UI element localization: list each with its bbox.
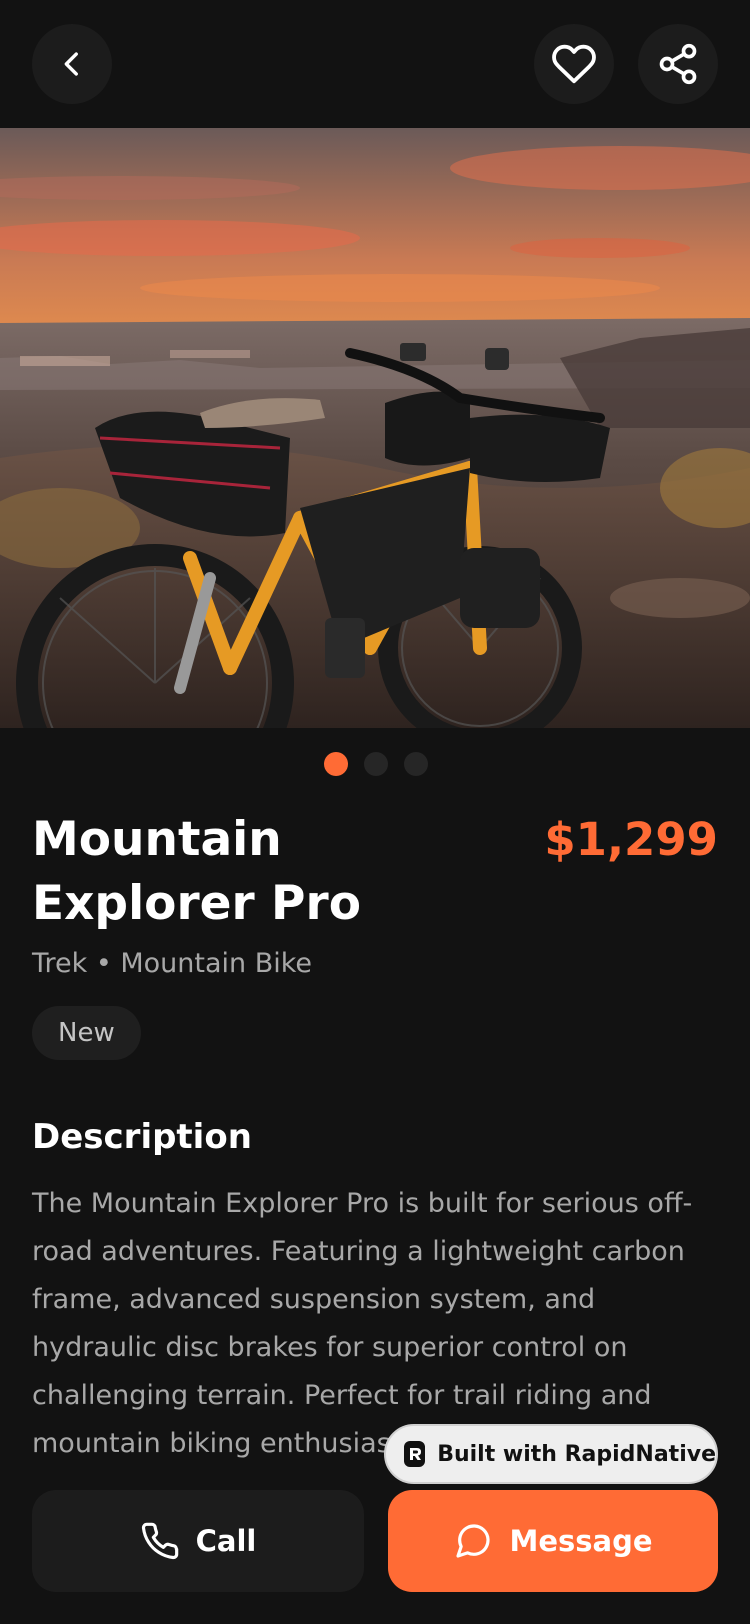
carousel-dot-active[interactable] [324,752,348,776]
condition-badge: New [32,1006,141,1060]
product-title: Mountain Explorer Pro [32,812,361,931]
carousel-indicator [0,752,750,776]
product-detail-screen: Mountain Explorer Pro $1,299 Trek • Moun… [0,0,750,1624]
carousel-dot[interactable] [364,752,388,776]
message-button[interactable]: Message [388,1490,718,1592]
message-circle-icon [456,1524,491,1558]
product-subtitle: Trek • Mountain Bike [32,948,313,979]
rapidnative-logo-icon [404,1441,426,1467]
heart-icon [552,44,596,84]
favorite-button[interactable] [534,24,614,104]
top-bar [0,0,750,128]
message-label: Message [509,1524,653,1558]
call-button[interactable]: Call [32,1490,364,1592]
back-button[interactable] [32,24,112,104]
call-label: Call [195,1524,257,1558]
description-heading: Description [32,1117,252,1157]
built-with-badge[interactable]: Built with RapidNative [384,1424,718,1484]
phone-icon [141,1522,178,1560]
share-button[interactable] [638,24,718,104]
built-with-label: Built with RapidNative [437,1441,716,1467]
product-photo [0,128,750,728]
chevron-left-icon [64,52,78,76]
product-image-carousel[interactable] [0,128,750,728]
carousel-dot[interactable] [404,752,428,776]
share-icon [659,43,697,85]
product-price: $1,299 [544,813,718,866]
